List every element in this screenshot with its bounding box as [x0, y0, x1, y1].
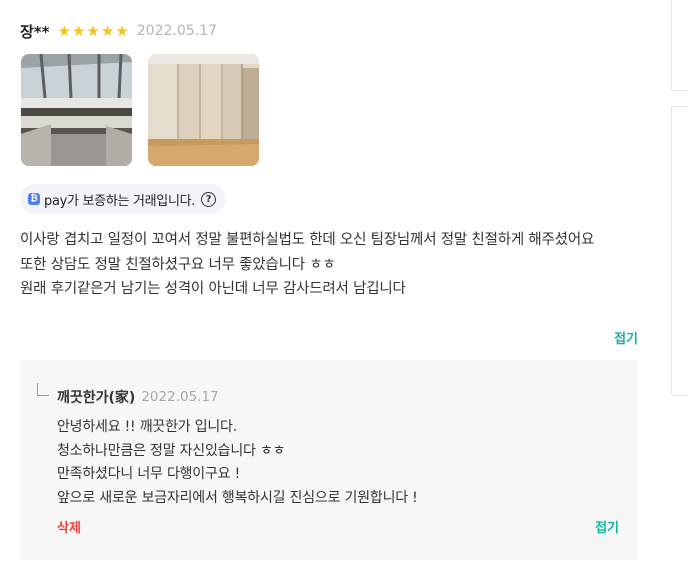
help-icon[interactable]: ?: [201, 191, 217, 207]
review-photo-window[interactable]: [21, 54, 132, 166]
star-icon: ★: [71, 21, 86, 40]
star-icon: ★: [86, 21, 100, 40]
reply-body-line: 앞으로 새로운 보금자리에서 행복하시길 진심으로 기원합니다 !: [57, 489, 418, 506]
review-fold-button[interactable]: 접기: [614, 328, 638, 347]
seller-reply: 깨끗한가(家) 2022.05.17 안녕하세요 !! 깨끗한가 입니다. 청소…: [20, 360, 637, 560]
reply-branch-icon: [37, 383, 49, 396]
reply-body-line: 안녕하세요 !! 깨끗한가 입니다.: [57, 419, 237, 435]
star-icon: ★: [115, 21, 129, 40]
reply-header: 깨끗한가(家) 2022.05.17: [57, 387, 219, 407]
reply-fold-button[interactable]: 접기: [595, 517, 619, 536]
review-body: 이사랑 겹치고 일정이 꼬여서 정말 불편하실법도 한데 오신 팀장님께서 정말…: [20, 228, 638, 302]
pay-guarantee-text: pay가 보증하는 거래입니다.: [44, 193, 196, 209]
reply-body-line: 청소하나만큼은 정말 자신있습니다 ㅎㅎ: [57, 442, 286, 459]
review-header: 장** ★ ★ ★ ★ ★ 2022.05.17: [20, 19, 217, 43]
star-icon: ★: [57, 21, 71, 40]
pay-guarantee-badge[interactable]: ₿ pay가 보증하는 거래입니다. ?: [20, 184, 227, 214]
reply-date: 2022.05.17: [141, 389, 219, 405]
review-body-line: 또한 상담도 정말 친절하셨구요 너무 좋았습니다 ㅎㅎ: [20, 256, 336, 273]
sidebar-divider: [671, 106, 672, 394]
pay-logo-icon: ₿: [28, 193, 40, 205]
star-rating: ★ ★ ★ ★ ★: [57, 21, 130, 40]
review-date: 2022.05.17: [136, 23, 217, 39]
review-photos: [21, 54, 275, 166]
sidebar-panel: [672, 0, 688, 91]
reply-body-line: 만족하셨다니 너무 다행이구요 !: [57, 466, 241, 482]
star-icon: ★: [100, 21, 115, 40]
reply-author: 깨끗한가(家): [57, 390, 136, 406]
review-body-line: 원래 후기같은거 남기는 성격이 아닌데 너무 감사드려서 남깁니다: [20, 281, 406, 297]
sidebar-divider: [671, 0, 672, 90]
review-photo-wardrobe[interactable]: [148, 54, 259, 166]
review-body-line: 이사랑 겹치고 일정이 꼬여서 정말 불편하실법도 한데 오신 팀장님께서 정말…: [20, 232, 595, 248]
sidebar-panel: [672, 106, 688, 396]
reply-body: 안녕하세요 !! 깨끗한가 입니다. 청소하나만큼은 정말 자신있습니다 ㅎㅎ …: [57, 416, 617, 510]
review-author: 장**: [20, 22, 50, 41]
reply-delete-button[interactable]: 삭제: [57, 517, 81, 536]
